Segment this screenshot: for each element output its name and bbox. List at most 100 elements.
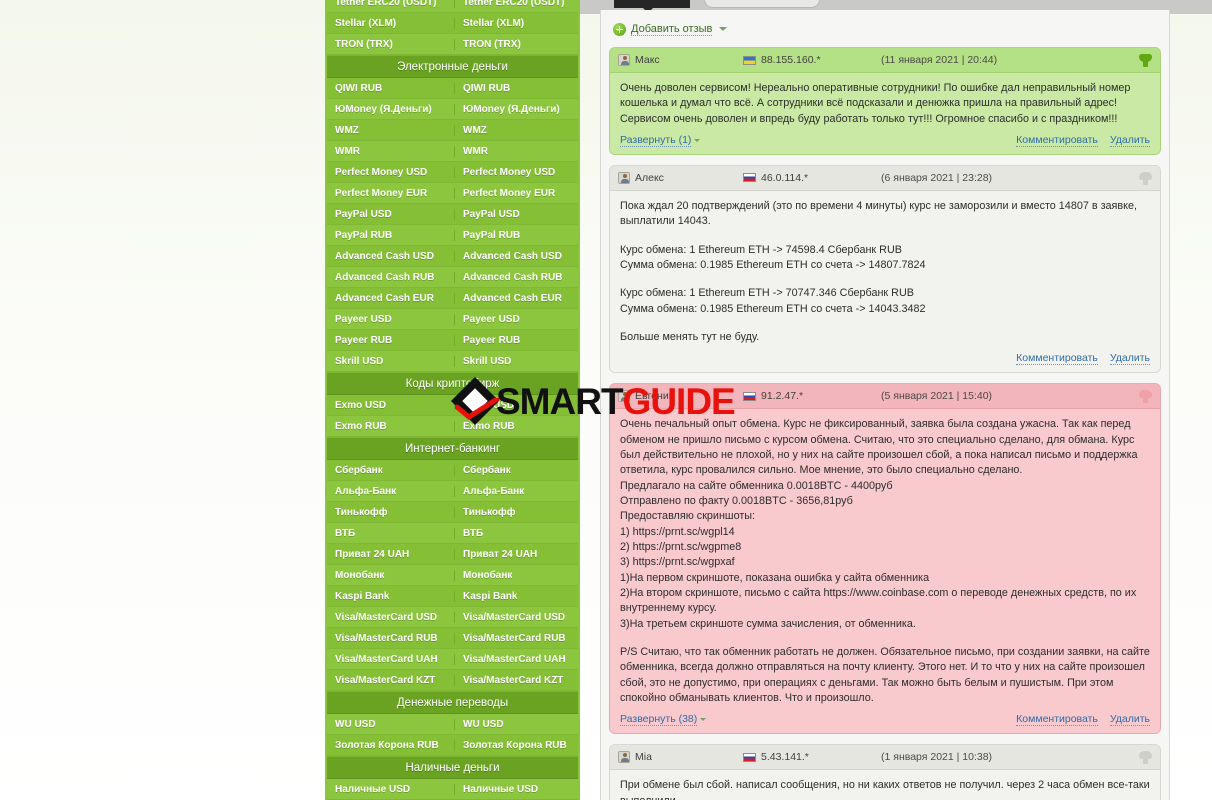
currency-cell-from[interactable]: PayPal USD: [327, 209, 454, 220]
currency-cell-to[interactable]: Exmo RUB: [454, 420, 578, 432]
expand-comments-label[interactable]: Развернуть (1): [620, 134, 692, 147]
currency-cell-from[interactable]: WMR: [327, 146, 454, 157]
comment-button[interactable]: Комментировать: [1016, 134, 1098, 147]
delete-button[interactable]: Удалить: [1109, 352, 1150, 366]
currency-cell-from[interactable]: Advanced Cash RUB: [327, 272, 454, 283]
currency-row[interactable]: Монобанк Монобанк: [327, 565, 578, 586]
currency-cell-to[interactable]: PayPal RUB: [454, 229, 578, 241]
currency-cell-to[interactable]: Skrill USD: [454, 355, 578, 367]
currency-row[interactable]: Payeer USD Payeer USD: [327, 309, 578, 330]
delete-button[interactable]: Удалить: [1109, 713, 1150, 727]
currency-row[interactable]: Visa/MasterCard KZT Visa/MasterCard KZT: [327, 670, 578, 691]
currency-cell-to[interactable]: PayPal USD: [454, 208, 578, 220]
currency-cell-from[interactable]: Perfect Money EUR: [327, 188, 454, 199]
currency-cell-to[interactable]: Exmo USD: [454, 399, 578, 411]
currency-cell-to[interactable]: Advanced Cash USD: [454, 250, 578, 262]
currency-cell-to[interactable]: TRON (TRX): [454, 38, 578, 50]
currency-row[interactable]: WU USD WU USD: [327, 714, 578, 735]
expand-comments-button[interactable]: Развернуть (1): [620, 134, 701, 147]
currency-cell-to[interactable]: Advanced Cash EUR: [454, 292, 578, 304]
currency-row[interactable]: PayPal RUB PayPal RUB: [327, 225, 578, 246]
currency-cell-to[interactable]: Альфа-Банк: [454, 485, 578, 497]
currency-cell-from[interactable]: ВТБ: [327, 528, 454, 539]
currency-cell-from[interactable]: Tether ERC20 (USDT): [327, 0, 454, 8]
currency-cell-to[interactable]: Stellar (XLM): [454, 17, 578, 29]
currency-row[interactable]: WMR WMR: [327, 141, 578, 162]
currency-cell-to[interactable]: Payeer USD: [454, 313, 578, 325]
thumbs-down-icon[interactable]: [1139, 390, 1152, 404]
currency-row[interactable]: Золотая Корона RUB Золотая Корона RUB: [327, 735, 578, 756]
currency-cell-to[interactable]: ЮMoney (Я.Деньги): [454, 103, 578, 115]
thumbs-up-icon[interactable]: [1139, 54, 1152, 67]
currency-row[interactable]: Приват 24 UAH Приват 24 UAH: [327, 544, 578, 565]
add-review-label[interactable]: Добавить отзыв: [631, 23, 713, 36]
chevron-down-icon[interactable]: [719, 27, 728, 31]
tab-pill[interactable]: [704, 0, 820, 8]
currency-row[interactable]: Advanced Cash USD Advanced Cash USD: [327, 246, 578, 267]
currency-row[interactable]: Payeer RUB Payeer RUB: [327, 330, 578, 351]
currency-cell-from[interactable]: Приват 24 UAH: [327, 549, 454, 560]
currency-cell-from[interactable]: Visa/MasterCard UAH: [327, 654, 454, 665]
currency-row[interactable]: Сбербанк Сбербанк: [327, 460, 578, 481]
currency-row[interactable]: Visa/MasterCard USD Visa/MasterCard USD: [327, 607, 578, 628]
currency-cell-to[interactable]: Приват 24 UAH: [454, 548, 578, 560]
currency-cell-to[interactable]: Kaspi Bank: [454, 590, 578, 602]
currency-cell-from[interactable]: WU USD: [327, 719, 454, 730]
currency-cell-from[interactable]: Visa/MasterCard USD: [327, 612, 454, 623]
currency-row[interactable]: Visa/MasterCard UAH Visa/MasterCard UAH: [327, 649, 578, 670]
comment-button[interactable]: Комментировать: [1016, 713, 1098, 727]
currency-cell-from[interactable]: TRON (TRX): [327, 39, 454, 50]
expand-comments-button[interactable]: Развернуть (38): [620, 713, 707, 727]
currency-cell-from[interactable]: Золотая Корона RUB: [327, 740, 454, 751]
currency-cell-from[interactable]: Visa/MasterCard KZT: [327, 675, 454, 686]
currency-cell-from[interactable]: Альфа-Банк: [327, 486, 454, 497]
currency-row[interactable]: Tether ERC20 (USDT) Tether ERC20 (USDT): [327, 0, 578, 13]
thumbs-up-icon[interactable]: [1139, 171, 1152, 185]
currency-row[interactable]: Skrill USD Skrill USD: [327, 351, 578, 372]
currency-cell-to[interactable]: Visa/MasterCard UAH: [454, 653, 578, 665]
currency-cell-to[interactable]: Payeer RUB: [454, 334, 578, 346]
comment-button[interactable]: Комментировать: [1016, 352, 1098, 366]
currency-cell-from[interactable]: Наличные USD: [327, 784, 454, 795]
currency-cell-from[interactable]: WMZ: [327, 125, 454, 136]
currency-cell-to[interactable]: Perfect Money USD: [454, 166, 578, 178]
currency-cell-to[interactable]: Advanced Cash RUB: [454, 271, 578, 283]
currency-cell-from[interactable]: Kaspi Bank: [327, 591, 454, 602]
currency-cell-from[interactable]: ЮMoney (Я.Деньги): [327, 104, 454, 115]
currency-row[interactable]: Exmo USD Exmo USD: [327, 395, 578, 416]
currency-cell-from[interactable]: Skrill USD: [327, 356, 454, 367]
currency-cell-to[interactable]: Наличные USD: [454, 783, 578, 795]
currency-row[interactable]: Perfect Money EUR Perfect Money EUR: [327, 183, 578, 204]
currency-cell-from[interactable]: QIWI RUB: [327, 83, 454, 94]
currency-cell-to[interactable]: Сбербанк: [454, 464, 578, 476]
currency-cell-from[interactable]: Exmo USD: [327, 400, 454, 411]
currency-row[interactable]: Тинькофф Тинькофф: [327, 502, 578, 523]
currency-row[interactable]: Perfect Money USD Perfect Money USD: [327, 162, 578, 183]
currency-cell-from[interactable]: Payeer USD: [327, 314, 454, 325]
currency-cell-to[interactable]: QIWI RUB: [454, 82, 578, 94]
currency-cell-to[interactable]: Тинькофф: [454, 506, 578, 518]
currency-cell-to[interactable]: WU USD: [454, 718, 578, 730]
currency-cell-to[interactable]: Монобанк: [454, 569, 578, 581]
currency-cell-to[interactable]: Visa/MasterCard KZT: [454, 674, 578, 686]
add-review-button[interactable]: Добавить отзыв: [613, 20, 1161, 38]
currency-cell-to[interactable]: Perfect Money EUR: [454, 187, 578, 199]
active-tab[interactable]: [614, 0, 690, 13]
currency-cell-from[interactable]: Advanced Cash EUR: [327, 293, 454, 304]
currency-cell-from[interactable]: Монобанк: [327, 570, 454, 581]
currency-row[interactable]: PayPal USD PayPal USD: [327, 204, 578, 225]
currency-row[interactable]: QIWI RUB QIWI RUB: [327, 78, 578, 99]
currency-cell-to[interactable]: WMZ: [454, 124, 578, 136]
currency-cell-to[interactable]: WMR: [454, 145, 578, 157]
currency-row[interactable]: TRON (TRX) TRON (TRX): [327, 34, 578, 55]
currency-cell-from[interactable]: Exmo RUB: [327, 421, 454, 432]
currency-row[interactable]: Advanced Cash RUB Advanced Cash RUB: [327, 267, 578, 288]
currency-cell-to[interactable]: Золотая Корона RUB: [454, 739, 578, 751]
currency-cell-to[interactable]: ВТБ: [454, 527, 578, 539]
currency-cell-to[interactable]: Visa/MasterCard USD: [454, 611, 578, 623]
currency-cell-from[interactable]: Stellar (XLM): [327, 18, 454, 29]
expand-comments-label[interactable]: Развернуть (38): [620, 713, 698, 727]
currency-row[interactable]: Exmo RUB Exmo RUB: [327, 416, 578, 437]
currency-cell-to[interactable]: Tether ERC20 (USDT): [454, 0, 578, 8]
currency-row[interactable]: Advanced Cash EUR Advanced Cash EUR: [327, 288, 578, 309]
